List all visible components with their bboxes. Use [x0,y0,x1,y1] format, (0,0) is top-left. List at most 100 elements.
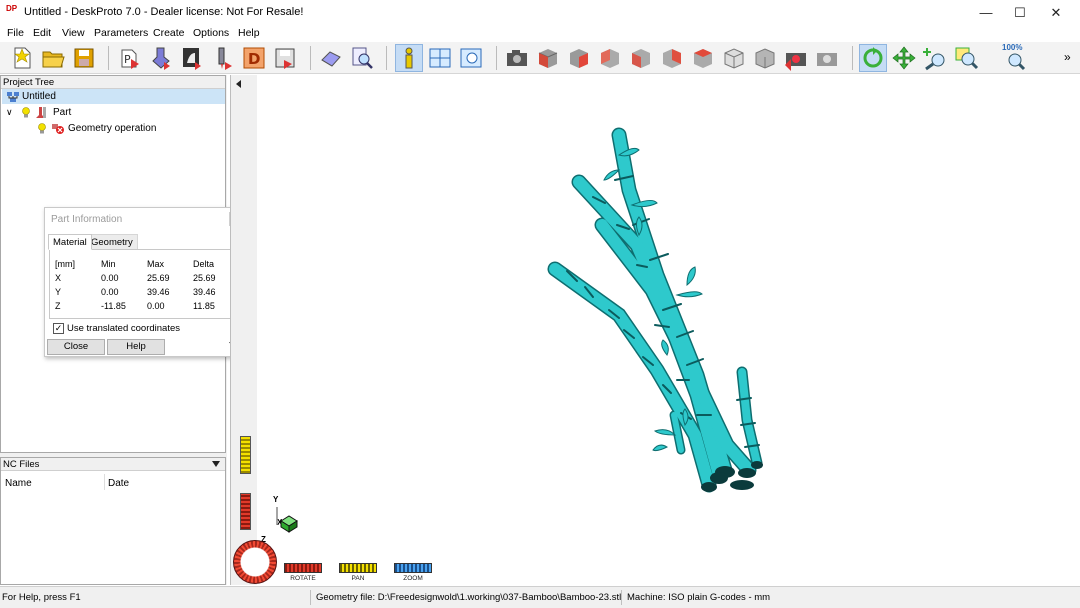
write-nc-program-icon[interactable] [272,45,298,71]
tree-item-part-label: Part [53,107,72,118]
title-bar: DP Untitled - DeskProto 7.0 - Dealer lic… [0,0,1080,25]
axis-cube-icon [276,507,298,533]
collapse-chevron-icon[interactable]: ∨ [6,105,13,120]
nc-column-name[interactable]: Name [5,478,32,489]
part-parameters-icon[interactable]: P [117,45,143,71]
new-project-icon[interactable] [9,45,35,71]
lightbulb-icon[interactable] [37,123,47,135]
view-bottom-icon[interactable] [721,45,747,71]
view-front-icon[interactable] [566,45,592,71]
pan-label: PAN [351,575,365,582]
rotate-dial[interactable] [233,540,277,584]
axis-label-y: Y [273,495,279,504]
table-header: Delta [193,259,215,269]
part-info-dialog: Part Information Material Geometry [mm] … [44,207,246,357]
pan-mode-icon[interactable] [891,45,917,71]
render-settings-icon[interactable] [814,45,840,71]
view-back-icon[interactable] [597,45,623,71]
tree-item-geometry-operation[interactable]: Geometry operation [2,121,225,136]
bitmap-operation-icon[interactable] [179,45,205,71]
toolbar-overflow-button[interactable]: » [1064,50,1071,64]
open-folder-icon[interactable] [40,45,66,71]
table-cell: X [55,273,62,283]
rotate-label: ROTATE [290,575,316,582]
view-right-icon[interactable] [659,45,685,71]
toolbar: P D 100% » [0,42,1080,74]
close-button[interactable]: Close [47,339,105,355]
menu-options[interactable]: Options [193,27,229,39]
menu-file[interactable]: File [7,27,24,39]
viewport-side-strip [230,75,257,585]
status-machine: Machine: ISO plain G-codes - mm [627,592,771,603]
view-iso-icon[interactable] [535,45,561,71]
menu-help[interactable]: Help [238,27,260,39]
view-left-icon[interactable] [628,45,654,71]
nc-files-dropdown-icon[interactable] [212,461,220,467]
table-cell: 0.00 [101,273,119,283]
camera-icon[interactable] [504,45,530,71]
table-cell: 11.85 [193,301,215,311]
tree-item-part[interactable]: ∨ Part [2,105,225,120]
svg-text:D: D [248,50,260,68]
nc-files-panel: NC Files Name Date [0,457,226,585]
tree-item-geometry-operation-label: Geometry operation [68,123,157,134]
window-title: Untitled - DeskProto 7.0 - Dealer licens… [24,6,304,18]
rotate-mode-icon[interactable] [859,44,887,72]
menu-edit[interactable]: Edit [33,27,51,39]
rotate-slider-red[interactable] [240,493,251,530]
table-cell: 0.00 [147,301,165,311]
render-camera-icon[interactable] [783,45,809,71]
eraser-icon[interactable] [318,45,344,71]
preview-icon[interactable] [349,45,375,71]
nc-files-title: NC Files [3,459,40,470]
3d-viewport[interactable]: Y X Z ROTATE PAN ZOOM [233,75,1080,585]
maximize-button[interactable]: ☐ [1002,0,1038,25]
lightbulb-icon[interactable] [21,107,31,119]
view-plain-icon[interactable] [752,45,778,71]
tab-geometry[interactable]: Geometry [86,234,138,250]
part-icon [36,107,46,118]
pan-control[interactable] [339,563,377,573]
table-cell: 39.46 [147,287,170,297]
table-header: Min [101,259,116,269]
machine-parameters-icon[interactable] [210,45,236,71]
table-cell: 0.00 [101,287,119,297]
zoom-label: ZOOM [403,575,423,582]
zoom-100-icon[interactable]: 100% [1002,43,1028,71]
close-window-button[interactable]: ✕ [1038,0,1074,25]
column-divider[interactable] [104,474,105,490]
view-top-icon[interactable] [690,45,716,71]
nc-column-date[interactable]: Date [108,478,129,489]
operation-parameters-icon[interactable] [148,45,174,71]
zoom-slider-yellow[interactable] [240,436,251,474]
tree-item-project[interactable]: Untitled [2,89,225,104]
table-cell: 39.46 [193,287,216,297]
translated-coordinates-checkbox[interactable]: ✓ [53,323,64,334]
zoom-mode-icon[interactable] [922,45,948,71]
minimize-button[interactable]: — [968,0,1004,25]
part-info-icon[interactable] [395,44,423,72]
part-info-table: [mm] Min Max Delta X 0.00 25.69 25.69 Y … [49,249,243,319]
table-cell: Z [55,301,61,311]
project-tree-header: Project Tree [1,76,225,89]
multi-view-icon[interactable] [427,45,453,71]
table-cell: -11.85 [101,301,126,311]
strip-arrow-icon[interactable] [236,80,241,88]
bamboo-model[interactable] [257,75,1080,585]
save-icon[interactable] [71,45,97,71]
menu-view[interactable]: View [62,27,85,39]
menu-parameters[interactable]: Parameters [94,27,148,39]
table-cell: Y [55,287,62,297]
operation-error-icon [52,124,64,134]
tab-material[interactable]: Material [48,234,92,250]
help-button[interactable]: Help [107,339,165,355]
rotate-control[interactable] [284,563,322,573]
part-info-title: Part Information [51,214,123,225]
zoom-control[interactable] [394,563,432,573]
nc-files-header[interactable]: NC Files [1,458,225,471]
dxf-operation-icon[interactable]: D [241,45,267,71]
window-view-icon[interactable] [458,45,484,71]
zoom-window-icon[interactable] [953,45,979,71]
menu-create[interactable]: Create [153,27,185,39]
status-bar: For Help, press F1 Geometry file: D:\Fre… [0,586,1080,608]
